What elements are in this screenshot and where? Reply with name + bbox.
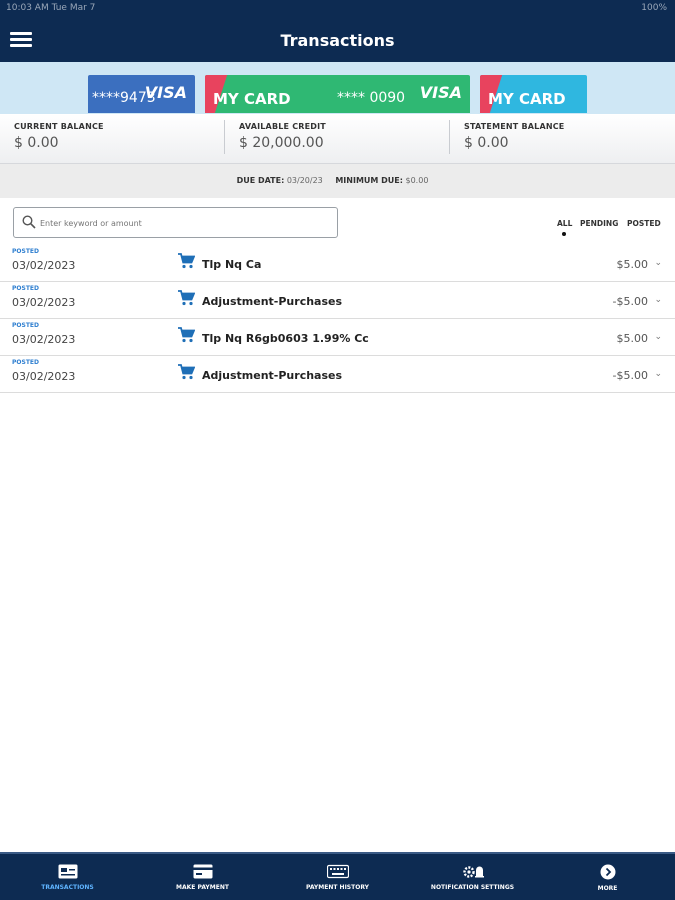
- transaction-status: POSTED: [12, 322, 39, 329]
- transaction-amount: -$5.00: [612, 295, 648, 308]
- shopping-cart-icon: [178, 364, 195, 380]
- filter-all[interactable]: ALL: [557, 219, 572, 228]
- top-navigation-bar: 10:03 AM Tue Mar 7 100% Transactions: [0, 0, 675, 62]
- keyboard-icon: [326, 864, 349, 879]
- chevron-down-icon[interactable]: ⌄: [654, 258, 662, 268]
- tab-label: PAYMENT HISTORY: [306, 884, 369, 891]
- bottom-tab-bar: TRANSACTIONS MAKE PAYMENT PAYMENT HISTOR…: [0, 852, 675, 900]
- search-box[interactable]: [13, 207, 338, 238]
- card-name: MY CARD: [213, 90, 291, 108]
- filter-selected-indicator: [562, 232, 566, 236]
- search-input[interactable]: [40, 214, 330, 232]
- tab-label: MORE: [597, 885, 618, 892]
- transaction-amount: $5.00: [616, 258, 649, 271]
- chevron-circle-icon: [600, 864, 615, 880]
- tab-notification-settings[interactable]: NOTIFICATION SETTINGS: [405, 854, 540, 900]
- shopping-cart-icon: [178, 253, 195, 269]
- transaction-status: POSTED: [12, 248, 39, 255]
- shopping-cart-icon: [178, 290, 195, 306]
- due-date-label: DUE DATE:: [236, 176, 285, 185]
- tab-payment-history[interactable]: PAYMENT HISTORY: [270, 854, 405, 900]
- card-tile-9473[interactable]: ****9473 VISA: [88, 75, 195, 113]
- shopping-cart-icon: [178, 327, 195, 343]
- tab-make-payment[interactable]: MAKE PAYMENT: [135, 854, 270, 900]
- minimum-due-label: MINIMUM DUE:: [335, 176, 403, 185]
- card-tile-0090[interactable]: MY CARD **** 0090 VISA: [205, 75, 470, 113]
- status-bar: 10:03 AM Tue Mar 7 100%: [0, 0, 675, 20]
- transaction-amount: -$5.00: [612, 369, 648, 382]
- search-icon: [22, 215, 36, 229]
- transaction-row[interactable]: POSTED 03/02/2023 Tlp Nq Ca $5.00 ⌄: [0, 245, 675, 282]
- transaction-amount: $5.00: [616, 332, 649, 345]
- visa-logo: VISA: [419, 83, 462, 102]
- current-balance: CURRENT BALANCE $ 0.00: [14, 122, 104, 151]
- available-credit: AVAILABLE CREDIT $ 20,000.00: [239, 122, 326, 151]
- card-icon: [193, 864, 212, 879]
- card-name: MY CARD: [488, 90, 566, 108]
- tab-more[interactable]: MORE: [540, 854, 675, 900]
- tab-transactions[interactable]: TRANSACTIONS: [0, 854, 135, 900]
- transaction-date: 03/02/2023: [12, 259, 76, 272]
- chevron-down-icon[interactable]: ⌄: [654, 295, 662, 305]
- chevron-down-icon[interactable]: ⌄: [654, 369, 662, 379]
- tab-label: TRANSACTIONS: [41, 884, 94, 891]
- transaction-date: 03/02/2023: [12, 333, 76, 346]
- card-carousel[interactable]: ****9473 VISA MY CARD **** 0090 VISA MY …: [0, 62, 675, 114]
- visa-logo: VISA: [144, 83, 187, 102]
- transaction-date: 03/02/2023: [12, 370, 76, 383]
- statement-balance: STATEMENT BALANCE $ 0.00: [464, 122, 565, 151]
- due-date-value: 03/20/23: [286, 176, 323, 185]
- transaction-row[interactable]: POSTED 03/02/2023 Tlp Nq R6gb0603 1.99% …: [0, 319, 675, 356]
- tab-label: MAKE PAYMENT: [176, 884, 229, 891]
- tab-label: NOTIFICATION SETTINGS: [430, 884, 515, 891]
- filter-pending[interactable]: PENDING: [580, 219, 618, 228]
- transaction-row[interactable]: POSTED 03/02/2023 Adjustment-Purchases -…: [0, 356, 675, 393]
- status-battery: 100%: [641, 3, 667, 13]
- card-number: **** 0090: [337, 90, 406, 106]
- page-title: Transactions: [280, 31, 395, 50]
- card-list-icon: [58, 864, 77, 879]
- chevron-down-icon[interactable]: ⌄: [654, 332, 662, 342]
- transaction-description: Tlp Nq R6gb0603 1.99% Cc: [202, 332, 369, 345]
- transaction-description: Tlp Nq Ca: [202, 258, 262, 271]
- card-tile-third[interactable]: MY CARD: [480, 75, 587, 113]
- transaction-status: POSTED: [12, 285, 39, 292]
- status-time: 10:03 AM Tue Mar 7: [6, 3, 96, 13]
- transaction-description: Adjustment-Purchases: [202, 295, 343, 308]
- balance-summary: CURRENT BALANCE $ 0.00 AVAILABLE CREDIT …: [0, 114, 675, 164]
- filter-posted[interactable]: POSTED: [627, 219, 661, 228]
- transaction-date: 03/02/2023: [12, 296, 76, 309]
- transaction-status: POSTED: [12, 359, 39, 366]
- due-date-bar: DUE DATE: 03/20/23 MINIMUM DUE: $0.00: [0, 164, 675, 198]
- gear-bell-icon: [462, 866, 484, 878]
- minimum-due-value: $0.00: [405, 176, 429, 185]
- transaction-row[interactable]: POSTED 03/02/2023 Adjustment-Purchases -…: [0, 282, 675, 319]
- transaction-description: Adjustment-Purchases: [202, 369, 343, 382]
